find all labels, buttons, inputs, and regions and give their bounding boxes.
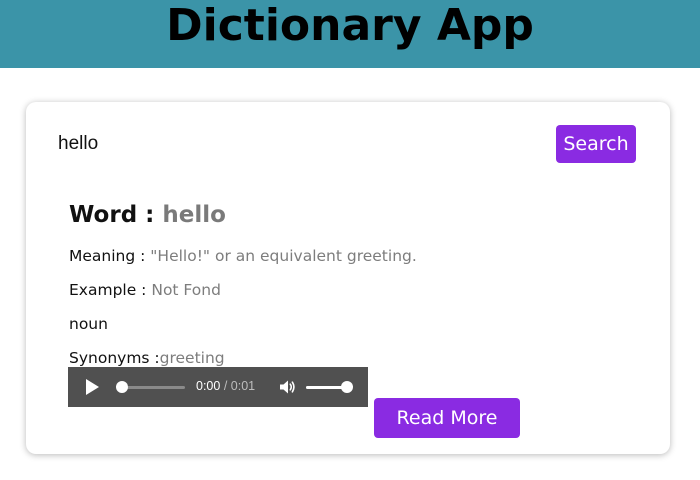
progress-thumb[interactable] bbox=[116, 381, 128, 393]
volume-thumb[interactable] bbox=[341, 381, 353, 393]
meaning-line: Meaning : "Hello!" or an equivalent gree… bbox=[69, 247, 417, 265]
volume-icon[interactable] bbox=[278, 378, 296, 396]
word-heading: Word : hello bbox=[69, 202, 226, 228]
play-icon[interactable] bbox=[86, 379, 99, 395]
word-value: hello bbox=[162, 202, 226, 228]
synonyms-line: Synonyms :greeting bbox=[69, 349, 225, 367]
time-separator: / bbox=[220, 379, 231, 393]
synonyms-value: greeting bbox=[159, 349, 225, 367]
audio-player: 0:00 / 0:01 bbox=[68, 367, 368, 407]
progress-slider[interactable] bbox=[123, 386, 185, 389]
dictionary-card: Search Word : hello Meaning : "Hello!" o… bbox=[26, 102, 670, 454]
meaning-value: "Hello!" or an equivalent greeting. bbox=[150, 247, 417, 265]
app-header: Dictionary App bbox=[0, 0, 700, 68]
part-of-speech: noun bbox=[69, 315, 108, 333]
example-label: Example : bbox=[69, 281, 147, 299]
search-input[interactable] bbox=[58, 126, 538, 162]
app-title: Dictionary App bbox=[166, 0, 534, 51]
duration-time: 0:01 bbox=[230, 379, 256, 393]
synonyms-label: Synonyms : bbox=[69, 349, 160, 367]
time-readout: 0:00 / 0:01 bbox=[196, 379, 255, 393]
word-label: Word : bbox=[69, 202, 155, 228]
example-line: Example : Not Fond bbox=[69, 281, 221, 299]
read-more-button[interactable]: Read More bbox=[374, 398, 520, 438]
example-value: Not Fond bbox=[151, 281, 221, 299]
current-time: 0:00 bbox=[196, 379, 221, 393]
meaning-label: Meaning : bbox=[69, 247, 146, 265]
search-button[interactable]: Search bbox=[556, 125, 636, 163]
